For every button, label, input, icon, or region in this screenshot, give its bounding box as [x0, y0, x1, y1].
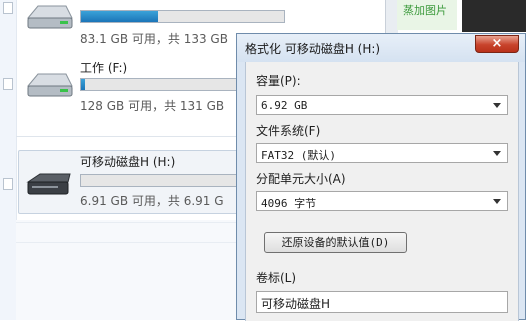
- checkbox[interactable]: [3, 2, 13, 14]
- filesystem-label: 文件系统(F): [256, 124, 321, 138]
- drive-item-h[interactable]: 可移动磁盘H (H:) 6.91 GB 可用，共 6.91 G: [16, 152, 285, 208]
- hard-drive-icon: [26, 5, 73, 29]
- empty-area: [16, 220, 241, 320]
- removable-drive-icon: [26, 173, 71, 195]
- close-icon: ×: [491, 36, 503, 51]
- dialog-title-bar[interactable]: 格式化 可移动磁盘H (H:) ×: [237, 34, 525, 62]
- capacity-select[interactable]: 6.92 GB: [256, 95, 508, 115]
- drive-usage-bar: [80, 10, 285, 23]
- allocation-label: 分配单元大小(A): [256, 172, 346, 186]
- close-button[interactable]: ×: [475, 35, 519, 53]
- chevron-down-icon[interactable]: [493, 103, 501, 108]
- left-strip: [0, 0, 17, 320]
- divider: [16, 242, 241, 243]
- background-image: [462, 0, 526, 32]
- volume-label-input[interactable]: 可移动磁盘H: [256, 291, 508, 313]
- filesystem-value: FAT32 (默认): [261, 149, 336, 162]
- background-ad-text: 蒸加图片: [403, 4, 447, 17]
- drive-info: 6.91 GB 可用，共 6.91 G: [80, 194, 224, 208]
- checkbox[interactable]: [3, 178, 13, 190]
- drive-name: 工作 (F:): [80, 61, 128, 75]
- restore-defaults-button[interactable]: 还原设备的默认值(D): [264, 232, 407, 253]
- dialog-title: 格式化 可移动磁盘H (H:): [245, 42, 381, 56]
- allocation-value: 4096 字节: [261, 197, 317, 210]
- drive-info: 83.1 GB 可用，共 133 GB: [80, 32, 228, 46]
- section-divider: [16, 136, 241, 137]
- chevron-down-icon[interactable]: [493, 151, 501, 156]
- format-dialog: 格式化 可移动磁盘H (H:) × 容量(P): 6.92 GB 文件系统(F)…: [236, 33, 526, 321]
- capacity-label: 容量(P):: [256, 74, 301, 88]
- filesystem-select[interactable]: FAT32 (默认): [256, 143, 508, 163]
- dialog-content: 容量(P): 6.92 GB 文件系统(F) FAT32 (默认) 分配单元大小…: [245, 62, 519, 321]
- drive-item-f[interactable]: 工作 (F:) 128 GB 可用，共 131 GB: [16, 58, 285, 113]
- hard-drive-icon: [26, 73, 73, 97]
- chevron-down-icon[interactable]: [493, 199, 501, 204]
- checkbox[interactable]: [3, 78, 13, 90]
- drive-info: 128 GB 可用，共 131 GB: [80, 99, 225, 113]
- drive-name: 可移动磁盘H (H:): [80, 155, 176, 169]
- volume-label: 卷标(L): [256, 271, 297, 285]
- capacity-value: 6.92 GB: [261, 99, 308, 112]
- drive-item-1[interactable]: 83.1 GB 可用，共 133 GB: [16, 0, 285, 46]
- divider: [16, 222, 241, 223]
- allocation-select[interactable]: 4096 字节: [256, 191, 508, 211]
